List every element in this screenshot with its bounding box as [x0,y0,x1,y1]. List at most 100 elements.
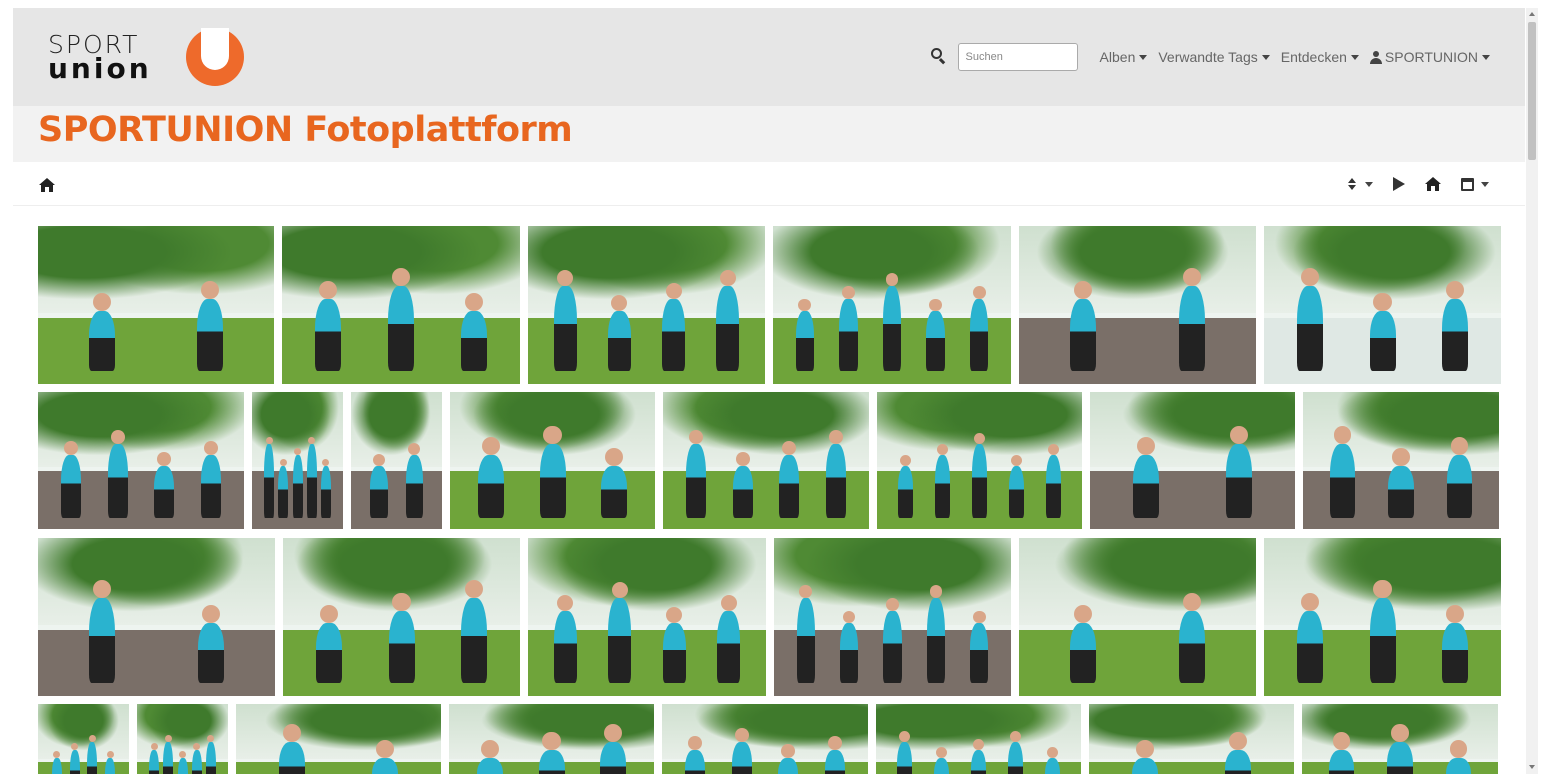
photo-thumbnail[interactable] [876,704,1081,774]
photo-thumbnail[interactable] [282,226,520,384]
photo-thumbnail[interactable] [38,226,274,384]
page-frame: SPORT union Alben Verwandte Tags Entdeck… [13,8,1525,774]
scroll-up-arrow-icon[interactable] [1529,12,1535,16]
photo-thumbnail[interactable] [528,538,766,696]
athlete-figure [731,742,752,774]
photo-thumbnail[interactable] [450,392,655,529]
home-tool-button[interactable] [1425,176,1441,192]
nav-discover-dropdown[interactable]: Entdecken [1281,49,1359,65]
photo-thumbnail[interactable] [449,704,654,774]
scrollbar-thumb[interactable] [1528,22,1536,160]
athlete-figure [1441,623,1468,684]
photo-thumbnail[interactable] [283,538,520,696]
scrollbar[interactable] [1526,8,1538,774]
photo-thumbnail[interactable] [1264,538,1501,696]
athlete-figure [1297,286,1324,372]
scroll-down-arrow-icon[interactable] [1529,765,1535,769]
athlete-figure [1224,750,1251,774]
photo-thumbnail[interactable] [1019,538,1256,696]
caret-down-icon [1139,54,1148,60]
athlete-figure [1387,742,1413,774]
photo-thumbnail[interactable] [351,392,442,529]
athlete-figure [460,598,487,684]
nav-user-dropdown[interactable]: SPORTUNION [1369,49,1490,65]
search-icon[interactable] [930,47,950,67]
athlete-figure [795,311,814,372]
athlete-figure [686,444,707,519]
athlete-figure [177,758,188,774]
athlete-head [1373,579,1392,599]
photo-thumbnail[interactable] [773,226,1011,384]
athlete-figure [779,455,800,519]
athlete-figure [1369,311,1396,372]
calendar-dropdown[interactable] [1461,176,1489,192]
photo-thumbnail[interactable] [1089,704,1294,774]
logo-u-mark-icon [186,28,244,86]
photo-thumbnail[interactable] [1019,226,1256,384]
athlete-figure [796,598,815,684]
photo-thumbnail[interactable] [1303,392,1499,529]
athlete-figure [539,444,566,519]
athlete-figure [1328,750,1354,774]
athlete-head [972,738,984,750]
athlete-head [1074,280,1093,299]
photo-thumbnail[interactable] [662,704,868,774]
photo-thumbnail[interactable] [252,392,343,529]
sort-order-dropdown[interactable] [1348,176,1373,192]
photo-thumbnail[interactable] [236,704,441,774]
athlete-head [1332,732,1351,750]
photo-thumbnail[interactable] [1090,392,1295,529]
athlete-head [611,582,628,599]
athlete-figure [1133,455,1160,519]
athlete-head [392,592,411,611]
photo-thumbnail[interactable] [38,538,275,696]
photo-thumbnail[interactable] [38,392,244,529]
athlete-head [886,597,899,611]
user-icon [1369,50,1382,64]
athlete-figure [538,750,565,774]
sportunion-logo[interactable]: SPORT union [48,28,248,88]
calendar-icon [1461,177,1474,191]
athlete-figure [1329,444,1355,519]
athlete-head [88,735,96,742]
search-input[interactable] [957,43,1078,71]
photo-thumbnail[interactable] [528,226,765,384]
athlete-figure [1070,623,1097,684]
athlete-head [1182,267,1201,287]
photo-thumbnail[interactable] [38,704,129,774]
gallery-tools [1348,176,1489,192]
photo-thumbnail[interactable] [663,392,869,529]
athlete-figure [553,610,577,684]
athlete-figure [1045,455,1062,519]
photo-thumbnail[interactable] [877,392,1082,529]
nav-related-tags-dropdown[interactable]: Verwandte Tags [1158,49,1270,65]
nav-albums-dropdown[interactable]: Alben [1100,49,1148,65]
athlete-figure [839,298,858,372]
breadcrumb-toolbar [13,162,1525,206]
athlete-head [279,458,287,466]
athlete-head [1228,731,1247,750]
athlete-figure [1297,610,1324,684]
athlete-head [464,293,483,312]
caret-down-icon [1482,54,1490,60]
athlete-figure [371,758,398,774]
photo-thumbnail[interactable] [1264,226,1501,384]
athlete-figure [732,466,753,519]
athlete-figure [1441,298,1468,372]
athlete-figure [477,455,504,519]
home-icon[interactable] [39,178,55,192]
slideshow-button[interactable] [1393,176,1405,192]
photo-thumbnail[interactable] [1302,704,1498,774]
athlete-figure [405,455,423,519]
photo-thumbnail[interactable] [137,704,228,774]
athlete-head [929,585,943,599]
photo-thumbnail[interactable] [774,538,1011,696]
athlete-head [898,730,910,742]
athlete-head [1047,444,1059,456]
athlete-head [1009,730,1021,742]
athlete-figure [883,610,902,684]
athlete-head [972,610,986,624]
athlete-head [319,280,338,299]
nav-user-label: SPORTUNION [1384,49,1478,65]
athlete-head [481,436,500,456]
